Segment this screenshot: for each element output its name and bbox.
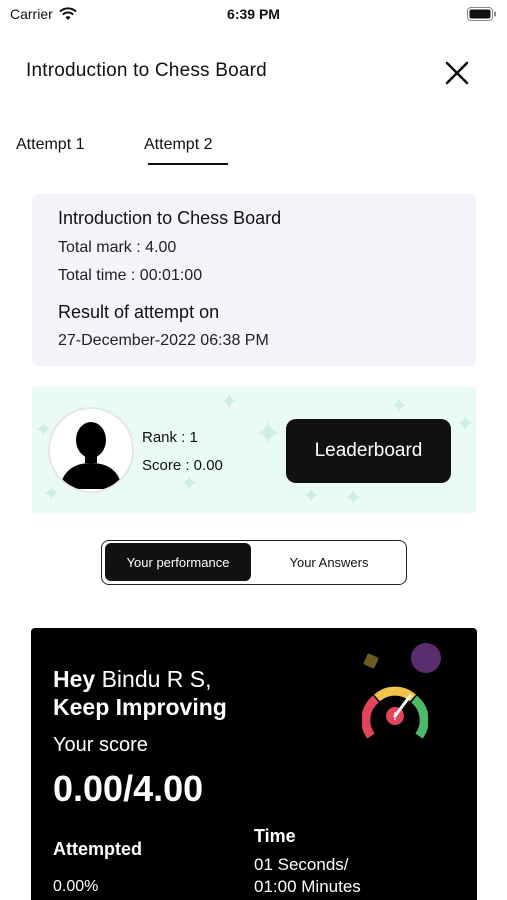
- gauge-icon: !: [362, 686, 428, 739]
- greeting-line: Hey Bindu R S,: [53, 666, 212, 693]
- leaderboard-button[interactable]: Leaderboard: [286, 419, 451, 483]
- total-mark: Total mark : 4.00: [58, 239, 177, 256]
- sparkle-icon: ✦: [180, 471, 199, 496]
- time-minutes: 01:00 Minutes: [254, 877, 361, 896]
- total-time: Total time : 00:01:00: [58, 267, 203, 284]
- sparkle-icon: ✦: [42, 481, 61, 506]
- sparkle-icon: ✦: [254, 415, 283, 453]
- score-total: 0.00/4.00: [53, 768, 204, 809]
- rank-value: Rank : 1: [142, 429, 198, 446]
- close-icon[interactable]: [440, 56, 474, 90]
- user-name: Bindu R S,: [101, 666, 212, 692]
- score-value: Score : 0.00: [142, 457, 223, 474]
- result-date: 27-December-2022 06:38 PM: [58, 332, 269, 349]
- sparkle-icon: ✦: [302, 483, 321, 508]
- tab-attempt-1[interactable]: Attempt 1: [16, 136, 84, 154]
- motivation-text: Keep Improving: [53, 694, 227, 720]
- avatar: [48, 407, 134, 493]
- attempted-value: 0.00%: [53, 878, 99, 895]
- sparkle-icon: ✦: [456, 411, 475, 436]
- quiz-title: Introduction to Chess Board: [58, 208, 282, 228]
- time-label: Time: [254, 826, 296, 846]
- sparkle-icon: ✦: [390, 393, 409, 418]
- page-title: Introduction to Chess Board: [26, 60, 267, 81]
- sparkle-icon: ✦: [220, 389, 239, 414]
- sparkle-icon: ✦: [344, 485, 363, 510]
- decorative-circle: [411, 643, 441, 673]
- status-bar: Carrier 6:39 PM: [0, 0, 507, 30]
- battery-icon: [467, 7, 496, 21]
- active-tab-indicator: [148, 163, 228, 165]
- quiz-info-card: Introduction to Chess Board Total mark :…: [32, 194, 476, 366]
- your-performance-tab[interactable]: Your performance: [105, 543, 251, 581]
- tab-attempt-2[interactable]: Attempt 2: [144, 136, 212, 154]
- time-seconds: 01 Seconds/: [254, 855, 349, 874]
- performance-card: ! Hey Bindu R S, Keep Improving Your sco…: [31, 628, 477, 900]
- your-answers-tab[interactable]: Your Answers: [254, 543, 404, 581]
- decorative-square: [363, 653, 379, 669]
- greeting-hey: Hey: [53, 666, 96, 692]
- your-score-label: Your score: [53, 734, 148, 756]
- result-heading: Result of attempt on: [58, 302, 220, 322]
- attempted-label: Attempted: [53, 839, 142, 859]
- performance-answers-toggle: Your performance Your Answers: [101, 540, 407, 585]
- avatar-silhouette-icon: [51, 410, 131, 490]
- svg-text:!: !: [393, 711, 397, 723]
- status-time: 6:39 PM: [227, 6, 280, 22]
- rank-card: ✦ ✦ ✦ ✦ ✦ ✦ ✦ ✦ ✦ Rank : 1 Score : 0.00 …: [32, 387, 476, 513]
